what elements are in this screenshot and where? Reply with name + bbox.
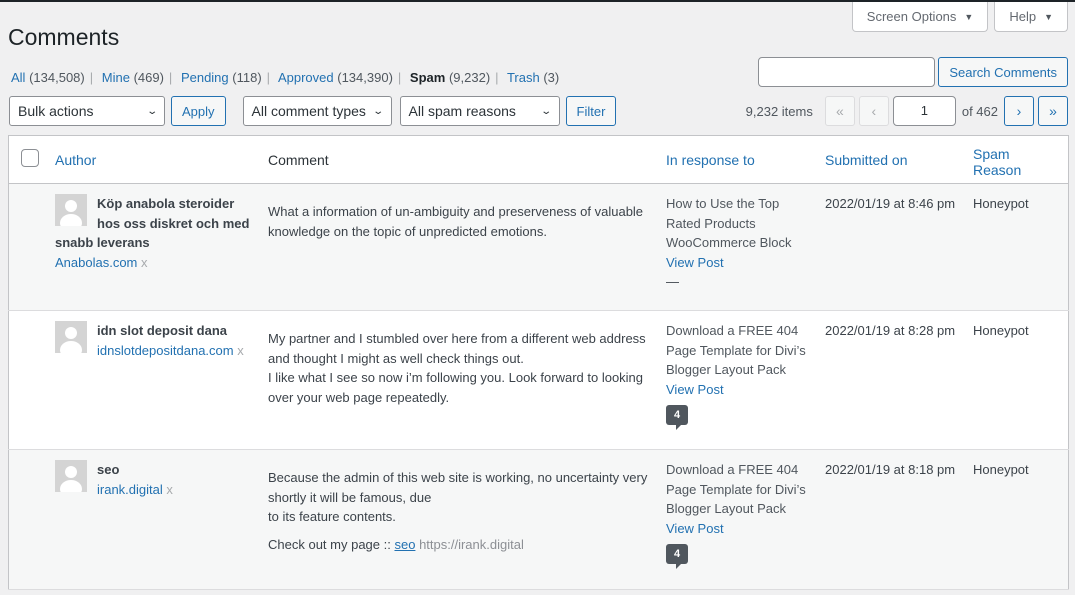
filter-approved[interactable]: Approved (278, 70, 334, 85)
post-title: Download a FREE 404 Page Template for Di… (666, 462, 806, 516)
response-cell: Download a FREE 404 Page Template for Di… (658, 450, 817, 590)
author-name: seo (97, 462, 119, 477)
pagination: 9,232 items « ‹ 1 of 462 › » (746, 96, 1068, 126)
table-row: seo irank.digital x Because the admin of… (9, 450, 1069, 590)
next-page-button[interactable]: › (1004, 96, 1034, 126)
comment-text: What a information of un-ambiguity and p… (268, 202, 650, 241)
reason-cell: Honeypot (965, 184, 1069, 311)
table-row: idn slot deposit dana idnslotdepositdana… (9, 311, 1069, 450)
reason-cell: Honeypot (965, 311, 1069, 450)
comment-text-line: Because the admin of this web site is wo… (268, 468, 650, 507)
chevron-down-icon: ⌄ (146, 106, 158, 117)
reason-cell: Honeypot (965, 450, 1069, 590)
author-cell: seo irank.digital x (47, 450, 260, 590)
checkout-line: Check out my page :: seo https://irank.d… (268, 535, 650, 555)
view-post-link[interactable]: View Post (666, 380, 809, 400)
screen-options-label: Screen Options (867, 9, 957, 24)
items-count: 9,232 items (746, 104, 813, 119)
status-filters: All (134,508)| Mine (469)| Pending (118)… (11, 70, 559, 85)
author-url[interactable]: Anabolas.com (55, 255, 137, 270)
comment-count: — (666, 274, 679, 289)
comment-types-value: All comment types (252, 103, 366, 119)
comment-types-select[interactable]: All comment types ⌄ (243, 96, 392, 126)
help-label: Help (1009, 9, 1036, 24)
comment-count-bubble[interactable]: 4 (666, 544, 688, 564)
response-cell: Download a FREE 404 Page Template for Di… (658, 311, 817, 450)
filter-approved-count: (134,390) (337, 70, 393, 85)
date-cell: 2022/01/19 at 8:28 pm (817, 311, 965, 450)
author-name: idn slot deposit dana (97, 323, 227, 338)
response-cell: How to Use the Top Rated Products WooCom… (658, 184, 817, 311)
filter-button[interactable]: Filter (566, 96, 617, 126)
col-spam-reason[interactable]: Spam Reason (965, 136, 1069, 184)
filter-mine[interactable]: Mine (102, 70, 130, 85)
comment-text-line: My partner and I stumbled over here from… (268, 329, 650, 368)
comments-table: Author Comment In response to Submitted … (8, 135, 1069, 590)
bulk-actions-value: Bulk actions (18, 103, 93, 119)
filter-mine-count: (469) (134, 70, 164, 85)
col-comment: Comment (260, 136, 658, 184)
total-pages: of 462 (962, 104, 998, 119)
date-cell: 2022/01/19 at 8:46 pm (817, 184, 965, 311)
current-page-input[interactable]: 1 (893, 96, 956, 126)
top-buttons: Screen Options ▼ Help ▼ (852, 2, 1068, 32)
avatar (55, 460, 87, 492)
checkout-link[interactable]: seo (394, 537, 415, 552)
filter-all-count: (134,508) (29, 70, 85, 85)
chevron-down-icon: ⌄ (372, 106, 384, 117)
filter-pending[interactable]: Pending (181, 70, 229, 85)
author-cell: idn slot deposit dana idnslotdepositdana… (47, 311, 260, 450)
chevron-down-icon: ⌄ (540, 106, 552, 117)
filter-pending-count: (118) (232, 70, 261, 85)
filter-spam-count: (9,232) (449, 70, 490, 85)
spam-reasons-value: All spam reasons (409, 103, 516, 119)
remove-url-icon[interactable]: x (166, 482, 173, 497)
author-cell: Köp anabola steroider hos oss diskret oc… (47, 184, 260, 311)
comment-cell: My partner and I stumbled over here from… (260, 311, 658, 450)
view-post-link[interactable]: View Post (666, 253, 809, 273)
select-all-checkbox[interactable] (21, 149, 39, 167)
post-title: Download a FREE 404 Page Template for Di… (666, 323, 806, 377)
bulk-actions-select[interactable]: Bulk actions ⌄ (9, 96, 165, 126)
post-title: How to Use the Top Rated Products WooCom… (666, 196, 791, 250)
apply-button[interactable]: Apply (171, 96, 226, 126)
remove-url-icon[interactable]: x (237, 343, 244, 358)
search-comments-button[interactable]: Search Comments (938, 57, 1068, 87)
prev-page-button[interactable]: ‹ (859, 96, 889, 126)
col-author[interactable]: Author (47, 136, 260, 184)
comment-text-line: to its feature contents. (268, 507, 650, 527)
date-cell: 2022/01/19 at 8:18 pm (817, 450, 965, 590)
spam-reasons-select[interactable]: All spam reasons ⌄ (400, 96, 560, 126)
screen-options-button[interactable]: Screen Options ▼ (852, 2, 989, 32)
filter-all[interactable]: All (11, 70, 25, 85)
author-url[interactable]: irank.digital (97, 482, 163, 497)
filter-trash[interactable]: Trash (507, 70, 540, 85)
remove-url-icon[interactable]: x (141, 255, 148, 270)
first-page-button[interactable]: « (825, 96, 855, 126)
avatar (55, 321, 87, 353)
caret-down-icon: ▼ (1044, 12, 1053, 22)
avatar (55, 194, 87, 226)
view-post-link[interactable]: View Post (666, 519, 809, 539)
col-submitted-on[interactable]: Submitted on (817, 136, 965, 184)
col-in-response-to[interactable]: In response to (658, 136, 817, 184)
checkout-url: https://irank.digital (419, 537, 524, 552)
comment-cell: Because the admin of this web site is wo… (260, 450, 658, 590)
select-all-cell (9, 136, 48, 184)
filter-trash-count: (3) (543, 70, 559, 85)
search-input[interactable] (758, 57, 935, 87)
table-row: Köp anabola steroider hos oss diskret oc… (9, 184, 1069, 311)
last-page-button[interactable]: » (1038, 96, 1068, 126)
comment-cell: What a information of un-ambiguity and p… (260, 184, 658, 311)
author-url[interactable]: idnslotdepositdana.com (97, 343, 234, 358)
checkout-text: Check out my page :: (268, 537, 391, 552)
search-box: Search Comments (758, 57, 1068, 87)
comment-text-line: I like what I see so now i’m following y… (268, 368, 650, 407)
help-button[interactable]: Help ▼ (994, 2, 1068, 32)
tablenav-top: Bulk actions ⌄ Apply All comment types ⌄… (9, 96, 616, 126)
caret-down-icon: ▼ (964, 12, 973, 22)
comment-count-bubble[interactable]: 4 (666, 405, 688, 425)
page-title: Comments (8, 24, 119, 51)
filter-spam[interactable]: Spam (410, 70, 445, 85)
